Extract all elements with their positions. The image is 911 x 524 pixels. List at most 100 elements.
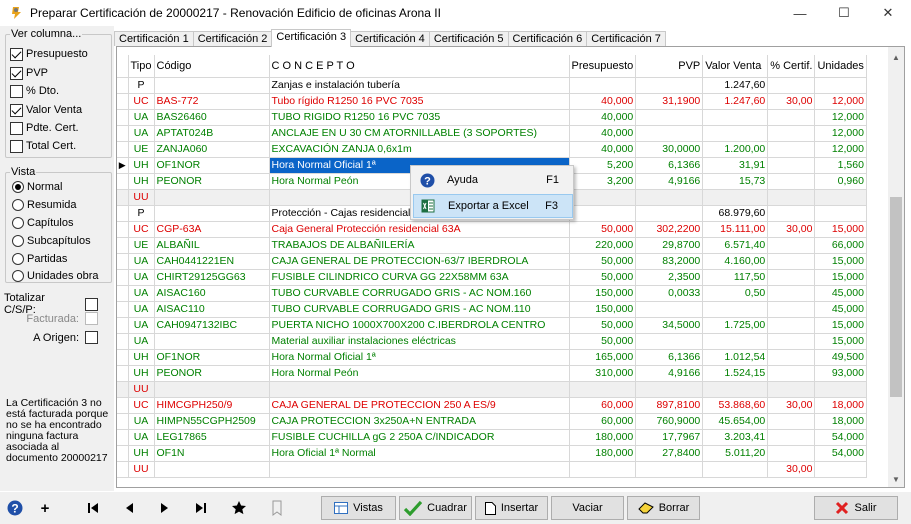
cell-concepto[interactable]: Tubo rígido R1250 16 PVC 7035 [269, 93, 570, 110]
cell-pvp[interactable] [635, 189, 704, 206]
header-codigo[interactable]: Código [154, 55, 270, 78]
cell-codigo[interactable]: APTAT024B [154, 125, 270, 142]
cell-valor[interactable]: 15,73 [702, 173, 769, 190]
menu-item-exportar-excel[interactable]: Exportar a Excel F3 [413, 194, 573, 218]
cell-codigo[interactable] [154, 205, 270, 222]
radio-subcapitulos[interactable] [12, 235, 24, 247]
cell-concepto[interactable]: CAJA PROTECCION 3x250A+N ENTRADA [269, 413, 570, 430]
cell-pvp[interactable]: 34,5000 [635, 317, 704, 334]
cell-presupuesto[interactable]: 40,000 [569, 93, 637, 110]
row-indicator[interactable] [117, 445, 129, 462]
cell-unidades[interactable]: 12,000 [814, 93, 867, 110]
checkbox-pvp[interactable] [10, 66, 23, 80]
certificacion-grid[interactable]: Tipo Código C O N C E P T O Presupuesto … [116, 46, 905, 488]
cell-unidades[interactable]: 54,000 [814, 429, 867, 446]
row-indicator[interactable] [117, 125, 129, 142]
cell-codigo[interactable] [154, 461, 270, 478]
cell-certif[interactable]: 30,00 [767, 461, 816, 478]
cell-concepto[interactable]: TUBO CURVABLE CORRUGADO GRIS - AC NOM.11… [269, 301, 570, 318]
cell-codigo[interactable]: OF1N [154, 445, 270, 462]
table-row[interactable]: P Zanjas e instalación tubería 1.247,60 [117, 77, 867, 94]
radio-normal[interactable] [12, 181, 24, 193]
scroll-up-icon[interactable]: ▲ [888, 49, 904, 65]
cell-concepto[interactable]: ANCLAJE EN U 30 CM ATORNILLABLE (3 SOPOR… [269, 125, 570, 142]
column-toggle-dto[interactable]: % Dto. [10, 84, 59, 98]
cell-concepto[interactable]: Caja General Protección residencial 63A [269, 221, 570, 238]
cell-tipo[interactable]: UU [128, 461, 155, 478]
cell-valor[interactable] [702, 301, 769, 318]
cell-presupuesto[interactable] [569, 381, 637, 398]
previous-record-icon[interactable] [118, 497, 140, 519]
vistas-button[interactable]: Vistas [321, 496, 396, 520]
cell-codigo[interactable]: OF1NOR [154, 157, 270, 174]
radio-capitulos[interactable] [12, 217, 24, 229]
cell-pvp[interactable]: 2,3500 [635, 269, 704, 286]
cell-codigo[interactable]: BAS-772 [154, 93, 270, 110]
cell-certif[interactable] [767, 253, 816, 270]
table-row[interactable]: UC HIMCGPH250/9 CAJA GENERAL DE PROTECCION… [117, 397, 867, 414]
cell-valor[interactable]: 5.011,20 [702, 445, 769, 462]
row-indicator[interactable] [117, 221, 129, 238]
row-indicator[interactable] [117, 93, 129, 110]
cell-presupuesto[interactable] [569, 77, 637, 94]
cell-concepto[interactable] [269, 461, 570, 478]
cell-presupuesto[interactable]: 5,200 [569, 157, 637, 174]
cell-presupuesto[interactable]: 150,000 [569, 285, 637, 302]
tab-certificacion-7[interactable]: Certificación 7 [586, 31, 666, 46]
cell-tipo[interactable]: UH [128, 365, 155, 382]
cell-valor[interactable] [702, 333, 769, 350]
cell-tipo[interactable]: UE [128, 141, 155, 158]
help-icon[interactable]: ? [4, 497, 26, 519]
table-row[interactable]: UA APTAT024B ANCLAJE EN U 30 CM ATORNILLAB… [117, 125, 867, 142]
radio-partidas[interactable] [12, 253, 24, 265]
cell-certif[interactable] [767, 333, 816, 350]
cell-unidades[interactable]: 15,000 [814, 333, 867, 350]
cell-codigo[interactable]: CHIRT29125GG63 [154, 269, 270, 286]
cell-tipo[interactable]: UH [128, 173, 155, 190]
cell-valor[interactable]: 1.725,00 [702, 317, 769, 334]
table-row[interactable]: UC CGP-63A Caja General Protección residen… [117, 221, 867, 238]
cell-concepto[interactable]: Hora Normal Oficial 1ª [269, 349, 570, 366]
row-indicator[interactable] [117, 285, 129, 302]
table-row[interactable]: UA AISAC160 TUBO CURVABLE CORRUGADO GRIS -… [117, 285, 867, 302]
cuadrar-button[interactable]: Cuadrar [399, 496, 472, 520]
cell-tipo[interactable]: UH [128, 445, 155, 462]
cell-certif[interactable]: 30,00 [767, 221, 816, 238]
cell-pvp[interactable] [635, 333, 704, 350]
cell-valor[interactable]: 68.979,60 [702, 205, 769, 222]
vista-option-capitulos[interactable]: Capítulos [12, 216, 73, 230]
cell-certif[interactable] [767, 381, 816, 398]
cell-presupuesto[interactable]: 310,000 [569, 365, 637, 382]
cell-tipo[interactable]: UA [128, 317, 155, 334]
cell-unidades[interactable]: 66,000 [814, 237, 867, 254]
cell-presupuesto[interactable]: 60,000 [569, 413, 637, 430]
cell-tipo[interactable]: UC [128, 221, 155, 238]
cell-codigo[interactable]: AISAC110 [154, 301, 270, 318]
cell-valor[interactable]: 0,50 [702, 285, 769, 302]
cell-presupuesto[interactable]: 50,000 [569, 317, 637, 334]
favorite-star-icon[interactable] [228, 497, 250, 519]
cell-certif[interactable] [767, 349, 816, 366]
row-indicator[interactable] [117, 301, 129, 318]
cell-pvp[interactable]: 4,9166 [635, 173, 704, 190]
header-pvp[interactable]: PVP [635, 55, 704, 78]
cell-pvp[interactable]: 897,8100 [635, 397, 704, 414]
cell-tipo[interactable]: UA [128, 429, 155, 446]
cell-concepto[interactable]: EXCAVACIÓN ZANJA 0,6x1m [269, 141, 570, 158]
cell-presupuesto[interactable]: 50,000 [569, 333, 637, 350]
checkbox-presupuesto[interactable] [10, 47, 23, 61]
cell-pvp[interactable]: 30,0000 [635, 141, 704, 158]
cell-pvp[interactable]: 27,8400 [635, 445, 704, 462]
cell-valor[interactable]: 6.571,40 [702, 237, 769, 254]
cell-tipo[interactable]: UA [128, 285, 155, 302]
column-toggle-valor-venta[interactable]: Valor Venta [10, 103, 82, 117]
row-indicator[interactable] [117, 189, 129, 206]
row-indicator[interactable] [117, 413, 129, 430]
row-indicator[interactable] [117, 349, 129, 366]
cell-certif[interactable] [767, 157, 816, 174]
radio-resumida[interactable] [12, 199, 24, 211]
header-unidades[interactable]: Unidades [814, 55, 867, 78]
row-indicator[interactable] [117, 317, 129, 334]
cell-unidades[interactable]: 12,000 [814, 125, 867, 142]
cell-unidades[interactable]: 12,000 [814, 141, 867, 158]
